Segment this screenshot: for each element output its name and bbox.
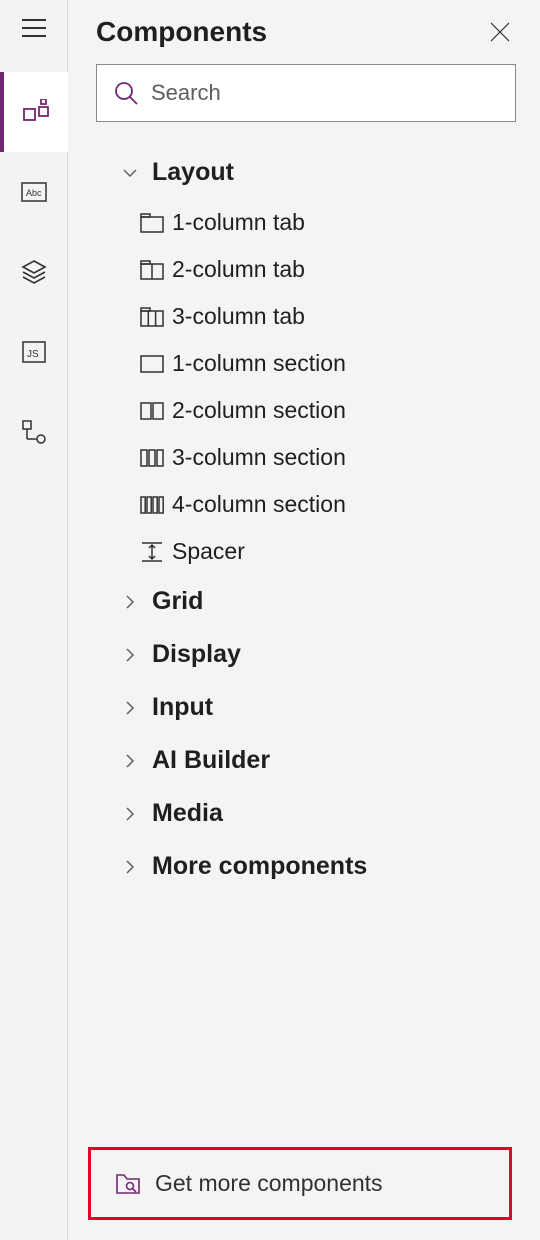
chevron-right-icon: [122, 594, 138, 610]
group-label: Layout: [152, 158, 234, 187]
leaf-label: 1-column tab: [172, 209, 305, 236]
group-ai-builder[interactable]: AI Builder: [92, 734, 532, 787]
tab-2col-icon: [140, 260, 164, 280]
form-fields-icon: Abc: [21, 182, 47, 202]
group-label: AI Builder: [152, 746, 270, 775]
footer-label: Get more components: [155, 1170, 383, 1197]
hamburger-menu[interactable]: [10, 8, 58, 48]
group-media[interactable]: Media: [92, 787, 532, 840]
group-display[interactable]: Display: [92, 628, 532, 681]
component-2-column-tab[interactable]: 2-column tab: [92, 246, 532, 293]
leaf-label: Spacer: [172, 538, 245, 565]
chevron-right-icon: [122, 753, 138, 769]
close-icon: [489, 21, 511, 43]
leaf-label: 4-column section: [172, 491, 346, 518]
components-panel: Components Layout 1-: [68, 0, 540, 1240]
section-1col-icon: [140, 355, 164, 373]
group-label: More components: [152, 852, 367, 881]
components-tree: Layout 1-column tab 2-column tab 3-colum…: [68, 134, 540, 1147]
chevron-right-icon: [122, 806, 138, 822]
panel-title: Components: [96, 16, 267, 48]
panel-header: Components: [68, 0, 540, 56]
leaf-label: 3-column tab: [172, 303, 305, 330]
sidebar-item-javascript[interactable]: JS: [0, 312, 68, 392]
section-3col-icon: [140, 449, 164, 467]
search-box[interactable]: [96, 64, 516, 122]
search-input[interactable]: [151, 80, 499, 106]
leaf-label: 2-column tab: [172, 256, 305, 283]
group-label: Grid: [152, 587, 203, 616]
sidebar-item-components[interactable]: [0, 72, 68, 152]
tree-view-icon: [21, 419, 47, 445]
leaf-label: 3-column section: [172, 444, 346, 471]
group-input[interactable]: Input: [92, 681, 532, 734]
components-icon: [23, 99, 49, 125]
sidebar-rail: Abc JS: [0, 0, 68, 1240]
svg-text:Abc: Abc: [26, 188, 42, 198]
group-more-components[interactable]: More components: [92, 840, 532, 893]
group-label: Input: [152, 693, 213, 722]
javascript-icon: JS: [22, 341, 46, 363]
leaf-label: 1-column section: [172, 350, 346, 377]
chevron-right-icon: [122, 859, 138, 875]
component-3-column-tab[interactable]: 3-column tab: [92, 293, 532, 340]
chevron-right-icon: [122, 647, 138, 663]
section-2col-icon: [140, 402, 164, 420]
component-spacer[interactable]: Spacer: [92, 528, 532, 575]
get-more-components-button[interactable]: Get more components: [88, 1147, 512, 1220]
component-4-column-section[interactable]: 4-column section: [92, 481, 532, 528]
hamburger-icon: [22, 18, 46, 38]
chevron-right-icon: [122, 700, 138, 716]
spacer-icon: [140, 541, 164, 563]
group-layout[interactable]: Layout: [92, 146, 532, 199]
group-label: Display: [152, 640, 241, 669]
sidebar-item-tree-view[interactable]: [0, 392, 68, 472]
search-container: [68, 56, 540, 134]
close-button[interactable]: [484, 16, 516, 48]
group-grid[interactable]: Grid: [92, 575, 532, 628]
folder-search-icon: [115, 1173, 141, 1195]
component-1-column-tab[interactable]: 1-column tab: [92, 199, 532, 246]
sidebar-item-form-fields[interactable]: Abc: [0, 152, 68, 232]
group-label: Media: [152, 799, 223, 828]
leaf-label: 2-column section: [172, 397, 346, 424]
component-1-column-section[interactable]: 1-column section: [92, 340, 532, 387]
component-2-column-section[interactable]: 2-column section: [92, 387, 532, 434]
tab-3col-icon: [140, 307, 164, 327]
tab-1col-icon: [140, 213, 164, 233]
svg-text:JS: JS: [27, 349, 39, 360]
search-icon: [113, 80, 139, 106]
sidebar-item-layers[interactable]: [0, 232, 68, 312]
chevron-down-icon: [122, 165, 138, 181]
component-3-column-section[interactable]: 3-column section: [92, 434, 532, 481]
layers-icon: [21, 259, 47, 285]
section-4col-icon: [140, 496, 164, 514]
